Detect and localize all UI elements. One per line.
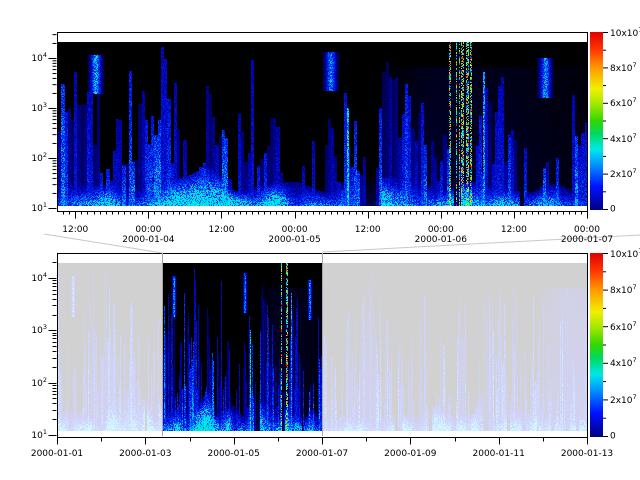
detail-colorbar-label: 2x107	[610, 168, 637, 180]
overview-colorbar-label: 4x107	[610, 357, 637, 369]
detail-y-tick-label: 104	[17, 52, 47, 64]
detail-x-tick-label: 00:00	[574, 226, 600, 235]
overview-y-tick-label: 101	[17, 429, 47, 441]
detail-x-tick-label: 00:00	[135, 226, 161, 235]
detail-colorbar-label: 6x107	[610, 97, 637, 109]
overview-colorbar-label: 8x107	[610, 284, 637, 296]
overview-x-tick-label: 2000-01-01	[31, 450, 83, 459]
detail-x-tick-label: 12:00	[501, 226, 527, 235]
overview-plot-frame	[57, 253, 588, 438]
detail-x-tick-label: 00:00	[282, 226, 308, 235]
detail-x-tick-label: 00:00	[428, 226, 454, 235]
overview-y-tick-label: 103	[17, 324, 47, 336]
spectrogram-figure: 12:0000:002000-01-0412:0000:002000-01-05…	[0, 0, 640, 480]
detail-y-tick-label: 102	[17, 152, 47, 164]
detail-x-tick-label: 12:00	[355, 226, 381, 235]
detail-y-tick-label: 101	[17, 202, 47, 214]
overview-x-tick-label: 2000-01-13	[561, 450, 613, 459]
detail-colorbar-label: 4x107	[610, 133, 637, 145]
overview-colorbar-label: 10x107	[610, 248, 640, 260]
detail-colorbar	[590, 32, 603, 210]
overview-colorbar-label: 6x107	[610, 321, 637, 333]
overview-x-tick-label: 2000-01-07	[296, 450, 348, 459]
overview-x-tick-label: 2000-01-03	[119, 450, 171, 459]
detail-x-tick-date: 2000-01-06	[415, 236, 467, 245]
overview-x-tick-label: 2000-01-05	[208, 450, 260, 459]
overview-colorbar-label: 0	[610, 432, 616, 441]
overview-y-tick-label: 104	[17, 272, 47, 284]
detail-x-tick-date: 2000-01-05	[268, 236, 320, 245]
detail-colorbar-label: 10x107	[610, 27, 640, 39]
overview-y-tick-label: 102	[17, 377, 47, 389]
detail-x-tick-date: 2000-01-04	[122, 236, 174, 245]
overview-x-tick-label: 2000-01-11	[473, 450, 525, 459]
overview-colorbar	[590, 253, 603, 437]
overview-colorbar-label: 2x107	[610, 394, 637, 406]
detail-x-tick-date: 2000-01-07	[561, 236, 613, 245]
detail-y-tick-label: 103	[17, 102, 47, 114]
detail-colorbar-label: 8x107	[610, 62, 637, 74]
detail-x-tick-label: 12:00	[62, 226, 88, 235]
detail-plot-frame	[57, 32, 588, 212]
overview-x-tick-label: 2000-01-09	[384, 450, 436, 459]
detail-x-tick-label: 12:00	[209, 226, 235, 235]
detail-colorbar-label: 0	[610, 205, 616, 214]
